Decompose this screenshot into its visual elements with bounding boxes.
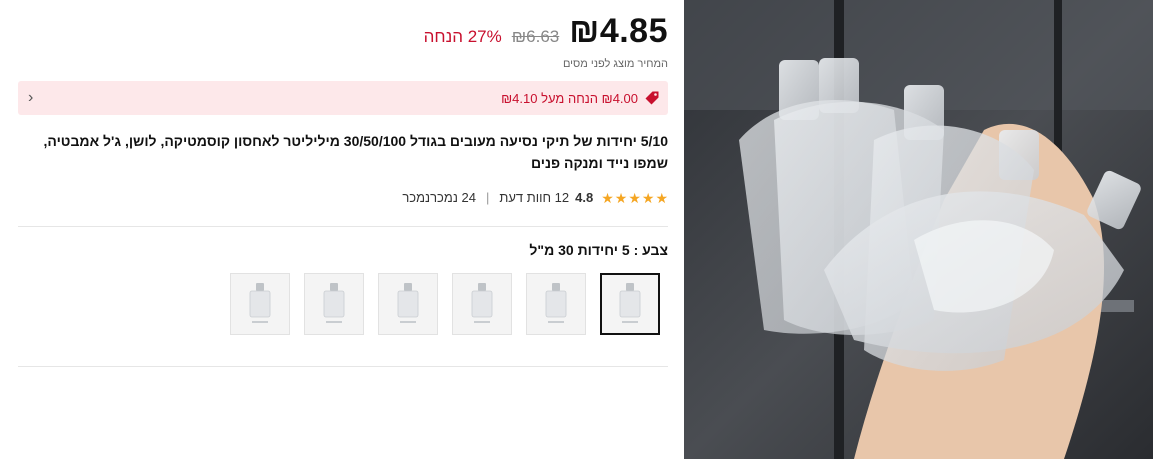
variant-swatch[interactable] [600, 273, 660, 335]
product-title: 5/10 יחידות של תיקי נסיעה מעובים בגודל 3… [43, 133, 668, 171]
sold-count: 24 נמכרנמכר [402, 190, 476, 205]
variant-label: צבע : 5 יחידות 30 מ"ל [529, 242, 668, 258]
coupon-banner[interactable]: ₪4.00 הנחה מעל ₪4.10 ‹ [18, 81, 668, 115]
product-info-panel: ₪4.85 ₪6.63 27% הנחה המחיר מוצג לפני מסי… [18, 0, 668, 459]
discount-percent: 27% הנחה [423, 27, 502, 46]
chevron-left-icon: ‹ [28, 89, 34, 106]
star-icon: ★ [641, 189, 655, 206]
star-icon: ★ [614, 189, 628, 206]
divider [18, 226, 668, 227]
review-count[interactable]: 12 חוות דעת [499, 190, 569, 205]
variant-swatch[interactable] [452, 273, 512, 335]
current-price: ₪4.85 [569, 12, 668, 50]
variant-swatch[interactable] [230, 273, 290, 335]
star-icon: ★ [601, 189, 614, 206]
tax-note: המחיר מוצג לפני מסים [562, 58, 668, 70]
variant-swatch[interactable] [526, 273, 586, 335]
variant-swatches [230, 273, 660, 335]
star-icon: ★ [628, 189, 641, 206]
star-icon: ★ [655, 189, 668, 206]
tag-icon [644, 90, 660, 106]
coupon-text: ₪4.00 הנחה מעל ₪4.10 [501, 90, 638, 106]
product-image[interactable] [684, 0, 1153, 459]
rating-row[interactable]: ★ ★ ★ ★ ★ 4.8 12 חוות דעת | 24 נמכרנמכר [402, 190, 668, 205]
divider [18, 366, 668, 367]
price-row: ₪4.85 ₪6.63 27% הנחה [424, 12, 668, 51]
rating-stars: ★ ★ ★ ★ ★ [601, 191, 668, 205]
separator: | [485, 190, 490, 205]
original-price: ₪6.63 [511, 27, 560, 46]
rating-value: 4.8 [575, 190, 594, 205]
variant-swatch[interactable] [304, 273, 364, 335]
variant-swatch[interactable] [378, 273, 438, 335]
